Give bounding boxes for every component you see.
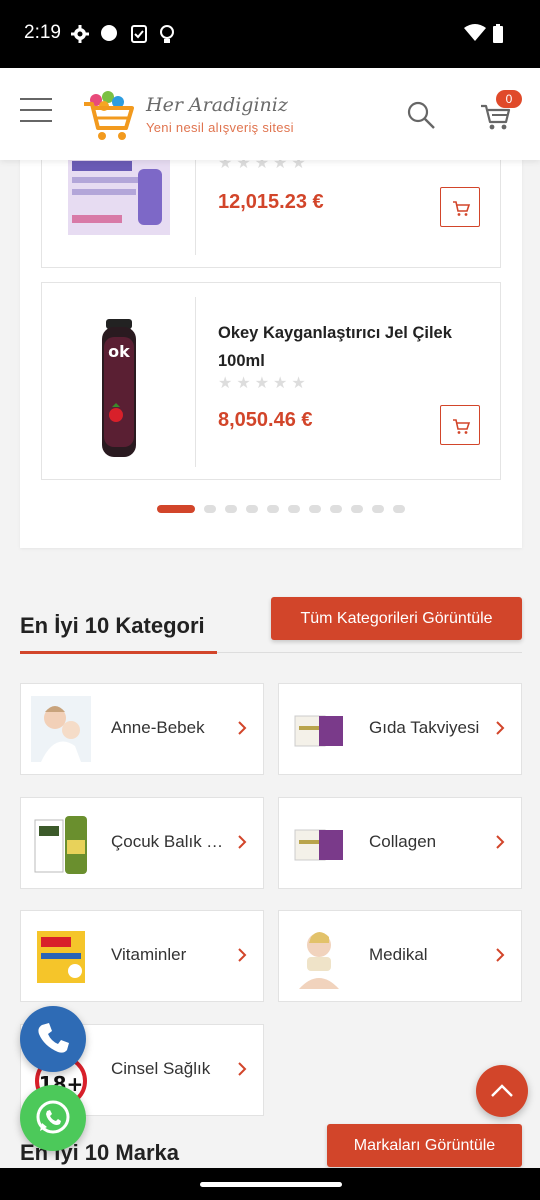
menu-icon[interactable]	[20, 98, 52, 122]
category-card-gida-takviyesi[interactable]: Gıda Takviyesi	[278, 683, 522, 775]
carousel-dot[interactable]	[288, 505, 300, 513]
status-time: 2:19	[24, 22, 61, 43]
phone-icon	[38, 1023, 69, 1053]
product-price: 8,050.46 €	[218, 409, 313, 431]
category-thumbnail	[294, 829, 343, 861]
carousel-dot[interactable]	[204, 505, 216, 513]
site-logo[interactable]: Her Aradiginiz Yeni nesil alışveriş site…	[82, 88, 322, 144]
carousel-dot[interactable]	[372, 505, 384, 513]
category-thumbnail	[31, 696, 91, 762]
category-thumbnail	[294, 715, 343, 747]
settings-icon	[71, 25, 89, 43]
carousel-dot[interactable]	[225, 505, 237, 513]
category-label: Anne-Bebek	[111, 718, 205, 737]
category-label: Collagen	[369, 832, 437, 851]
cart-logo-icon	[84, 91, 134, 140]
home-gesture-handle[interactable]	[200, 1182, 342, 1187]
product-card[interactable]: ok Okey Kayganlaştırıcı Jel Çilek 100ml …	[41, 282, 501, 480]
task-icon	[131, 25, 147, 43]
circle-status-icon	[101, 25, 117, 41]
carousel-dot[interactable]	[157, 505, 195, 513]
add-cart-icon	[453, 419, 471, 434]
add-cart-icon	[453, 201, 471, 216]
carousel-dot[interactable]	[309, 505, 321, 513]
add-to-cart-button[interactable]	[440, 187, 480, 227]
view-brands-button[interactable]: Markaları Görüntüle	[327, 1124, 522, 1167]
chevron-right-icon	[238, 948, 247, 962]
carousel-dot[interactable]	[393, 505, 405, 513]
status-bar: 2:19	[0, 0, 540, 68]
call-button[interactable]	[20, 1006, 86, 1072]
category-label: Çocuk Balık Yağı	[111, 832, 227, 851]
category-card-medikal[interactable]: Medikal	[278, 910, 522, 1002]
scroll-to-top-button[interactable]	[476, 1065, 528, 1117]
chevron-right-icon	[238, 1062, 247, 1076]
product-image[interactable]: ok	[42, 297, 196, 467]
category-thumbnail	[34, 816, 87, 874]
svg-text:ok: ok	[108, 342, 130, 361]
logo-tagline: Yeni nesil alışveriş sitesi	[146, 120, 294, 135]
chevron-right-icon	[238, 835, 247, 849]
product-rating: ★★★★★	[218, 373, 310, 392]
category-label: Medikal	[369, 945, 428, 964]
carousel-dot[interactable]	[351, 505, 363, 513]
view-all-categories-button[interactable]: Tüm Kategorileri Görüntüle	[271, 597, 522, 640]
category-label: Gıda Takviyesi	[369, 718, 480, 737]
chevron-right-icon	[496, 948, 505, 962]
system-nav-bar	[0, 1168, 540, 1200]
carousel-dot[interactable]	[330, 505, 342, 513]
product-price: 12,015.23 €	[218, 191, 324, 213]
add-to-cart-button[interactable]	[440, 405, 480, 445]
section-divider	[20, 651, 522, 654]
category-label: Cinsel Sağlık	[111, 1059, 211, 1078]
whatsapp-icon	[36, 1100, 70, 1134]
carousel-dot[interactable]	[246, 505, 258, 513]
categories-title: En İyi 10 Kategori	[20, 613, 205, 638]
chevron-right-icon	[496, 721, 505, 735]
wifi-icon	[464, 24, 486, 41]
whatsapp-button[interactable]	[20, 1085, 86, 1151]
chevron-up-icon	[491, 1084, 513, 1097]
chevron-right-icon	[496, 835, 505, 849]
cart-count-badge: 0	[496, 90, 522, 108]
category-card-anne-bebek[interactable]: Anne-Bebek	[20, 683, 264, 775]
product-name[interactable]: Okey Kayganlaştırıcı Jel Çilek 100ml	[218, 319, 488, 375]
battery-icon	[493, 24, 503, 43]
category-card-cocuk-balik-yagi[interactable]: Çocuk Balık Yağı	[20, 797, 264, 889]
search-icon[interactable]	[406, 100, 436, 130]
category-card-collagen[interactable]: Collagen	[278, 797, 522, 889]
site-header: Her Aradiginiz Yeni nesil alışveriş site…	[0, 68, 540, 160]
lightbulb-icon	[160, 25, 174, 43]
carousel-pagination[interactable]	[157, 504, 405, 514]
chevron-right-icon	[238, 721, 247, 735]
category-thumbnail	[37, 931, 85, 983]
category-thumbnail	[289, 923, 349, 989]
category-label: Vitaminler	[111, 945, 187, 964]
category-card-vitaminler[interactable]: Vitaminler	[20, 910, 264, 1002]
logo-name: Her Aradiginiz	[146, 94, 288, 116]
carousel-dot[interactable]	[267, 505, 279, 513]
